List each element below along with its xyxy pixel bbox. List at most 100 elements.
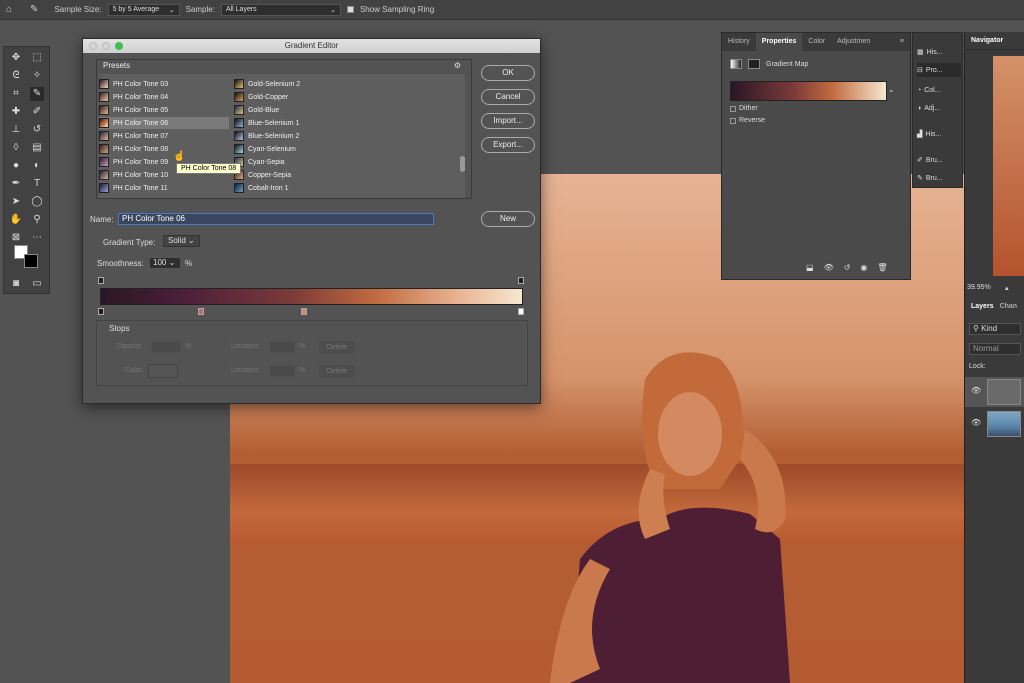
blur-tool-icon[interactable]: ● — [9, 159, 23, 173]
healing-brush-icon[interactable]: ✚ — [9, 105, 23, 119]
preset-item[interactable]: PH Color Tone 08 — [99, 143, 229, 155]
marquee-tool-icon[interactable]: ⬚ — [30, 51, 44, 65]
sample-select[interactable]: All Layers ⌄ — [220, 3, 341, 16]
new-button[interactable]: New — [481, 211, 535, 227]
type-tool-icon[interactable]: T — [30, 177, 44, 191]
layers-tab[interactable]: Layers — [965, 297, 1000, 317]
preset-item[interactable]: PH Color Tone 05 — [99, 104, 229, 116]
eye-icon[interactable]: 👁 — [971, 418, 981, 427]
preset-item-selected[interactable]: PH Color Tone 06 — [99, 117, 229, 129]
channels-tab[interactable]: Chan — [1000, 297, 1018, 317]
ellipse-tool-icon[interactable]: ◯ — [30, 195, 44, 209]
history-brush-icon[interactable]: ↺ — [30, 123, 44, 137]
reverse-checkbox[interactable] — [730, 117, 736, 124]
lasso-tool-icon[interactable]: ᘓ — [9, 69, 23, 83]
smoothness-field[interactable]: 100 ⌄ — [149, 257, 181, 269]
navigator-thumbnail[interactable] — [993, 56, 1024, 276]
minimize-button[interactable] — [102, 42, 110, 50]
frame-tool-icon[interactable]: ⊠ — [9, 231, 23, 245]
tab-properties[interactable]: Properties — [755, 33, 803, 51]
gear-icon[interactable]: ⚙ — [454, 61, 461, 70]
preset-item[interactable]: Blue-Selenium 2 — [234, 130, 364, 142]
name-field[interactable]: PH Color Tone 06 — [118, 213, 434, 225]
gradient-tool-icon[interactable]: ▤ — [30, 141, 44, 155]
opacity-field[interactable] — [151, 341, 181, 353]
more-tools-icon[interactable]: ⋯ — [30, 231, 44, 245]
eye-icon[interactable]: 👁 — [971, 386, 981, 395]
opacity-stop-left[interactable] — [98, 277, 104, 284]
dock-color[interactable]: ◔ Col... — [917, 83, 961, 97]
cancel-button[interactable]: Cancel — [481, 89, 535, 105]
gradient-type-select[interactable]: Solid ⌄ — [163, 235, 200, 247]
panel-menu-icon[interactable]: ≡ — [894, 33, 910, 51]
hand-tool-icon[interactable]: ✋ — [9, 213, 23, 227]
preset-item[interactable]: Cyan-Selenium — [234, 143, 364, 155]
quick-mask-icon[interactable]: ◙ — [9, 277, 23, 291]
sample-size-select[interactable]: 5 by 5 Average ⌄ — [107, 3, 180, 16]
home-icon[interactable]: ⌂ — [6, 4, 12, 15]
path-selection-icon[interactable]: ➤ — [9, 195, 23, 209]
export-button[interactable]: Export... — [481, 137, 535, 153]
magic-wand-tool-icon[interactable]: ✧ — [30, 69, 44, 83]
presets-list[interactable]: PH Color Tone 03 PH Color Tone 04 PH Col… — [99, 74, 465, 198]
brush-tool-icon[interactable]: ✐ — [30, 105, 44, 119]
stop-color-swatch[interactable] — [148, 364, 178, 378]
show-sampling-ring-checkbox[interactable] — [346, 6, 354, 13]
preset-item[interactable]: Gold-Selenium 2 — [234, 78, 364, 90]
dock-brush-settings[interactable]: ✎ Bru... — [917, 171, 961, 185]
layer-row-photo[interactable]: 👁 — [965, 409, 1024, 439]
dock-history[interactable]: ▦ His... — [917, 45, 961, 59]
zoom-button[interactable] — [115, 42, 123, 50]
eyedropper-tool-icon[interactable]: ✎ — [30, 4, 38, 15]
opacity-location-field[interactable] — [269, 341, 295, 353]
chevron-down-icon[interactable]: ⌄ — [888, 85, 895, 94]
dither-checkbox[interactable] — [730, 105, 736, 112]
ok-button[interactable]: OK — [481, 65, 535, 81]
trash-icon[interactable]: 🗑 — [877, 263, 887, 272]
preset-item[interactable]: Cobalt-Iron 1 — [234, 182, 364, 194]
preset-item[interactable]: PH Color Tone 04 — [99, 91, 229, 103]
color-stop[interactable] — [98, 308, 104, 315]
preset-item[interactable]: Gold-Copper — [234, 91, 364, 103]
view-previous-icon[interactable]: 👁 — [824, 263, 834, 272]
pen-tool-icon[interactable]: ✒ — [9, 177, 23, 191]
close-button[interactable] — [89, 42, 97, 50]
gradient-map-preview[interactable] — [730, 81, 887, 101]
color-stop[interactable] — [518, 308, 524, 315]
navigator-tab[interactable]: Navigator — [965, 32, 1024, 50]
screen-mode-icon[interactable]: ▭ — [30, 277, 44, 291]
preset-item[interactable]: PH Color Tone 03 — [99, 78, 229, 90]
dock-properties[interactable]: ⊟ Pro... — [917, 63, 961, 77]
eraser-tool-icon[interactable]: ◊ — [9, 141, 23, 155]
blend-mode-select[interactable]: Normal — [969, 343, 1021, 355]
preset-item[interactable]: Copper-Sepia — [234, 169, 364, 181]
layer-row-gradient-map[interactable]: 👁 — [965, 377, 1024, 407]
preset-item[interactable]: PH Color Tone 11 — [99, 182, 229, 194]
move-tool-icon[interactable]: ✥ — [9, 51, 23, 65]
delete-opacity-stop-button[interactable]: Delete — [319, 341, 355, 354]
zoom-level[interactable]: 39.95% — [967, 284, 991, 291]
layer-mask-icon[interactable] — [748, 59, 760, 69]
eyedropper-tool-icon[interactable]: ✎ — [30, 87, 44, 101]
visibility-icon[interactable]: ◉ — [860, 263, 867, 272]
zoom-out-icon[interactable]: ▴ — [1005, 284, 1009, 292]
crop-tool-icon[interactable]: ⌗ — [9, 87, 23, 101]
opacity-stop-right[interactable] — [518, 277, 524, 284]
dodge-tool-icon[interactable]: ◐ — [30, 159, 44, 173]
background-color-swatch[interactable] — [24, 254, 38, 268]
preset-item[interactable]: Cyan-Sepia — [234, 156, 364, 168]
dock-brush[interactable]: ✐ Bru... — [917, 153, 961, 167]
delete-color-stop-button[interactable]: Delete — [319, 365, 355, 378]
presets-scrollbar[interactable] — [460, 156, 465, 172]
tab-adjustments[interactable]: Adjustmen — [831, 33, 876, 51]
color-stop[interactable] — [198, 308, 204, 315]
zoom-tool-icon[interactable]: ⚲ — [30, 213, 44, 227]
layer-filter-kind[interactable]: ⚲ Kind — [969, 323, 1021, 335]
clone-stamp-icon[interactable]: ⊥ — [9, 123, 23, 137]
clip-to-layer-icon[interactable]: ⬓ — [806, 263, 814, 272]
tab-history[interactable]: History — [722, 33, 756, 51]
dock-adjustments[interactable]: ◑ Adj... — [917, 101, 961, 115]
tab-color[interactable]: Color — [802, 33, 831, 51]
color-location-field[interactable] — [269, 365, 295, 377]
preset-item[interactable]: PH Color Tone 07 — [99, 130, 229, 142]
